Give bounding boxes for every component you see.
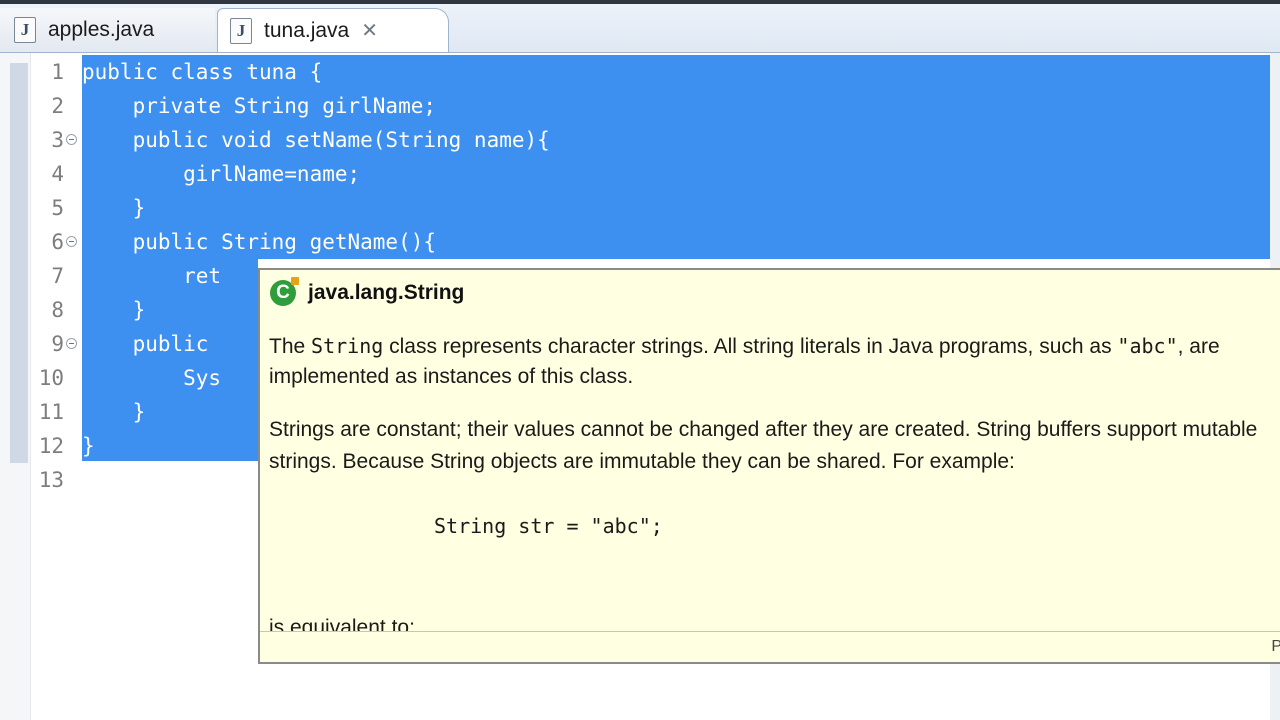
fold-collapse-icon[interactable] xyxy=(66,338,77,349)
code-line[interactable]: Sys xyxy=(82,361,221,395)
fold-collapse-icon[interactable] xyxy=(66,236,77,247)
java-file-icon: J xyxy=(230,17,252,44)
hover-footer-toolbar: P xyxy=(260,631,1280,662)
line-number: 4 xyxy=(51,162,64,186)
hover-header: C java.lang.String xyxy=(270,276,464,310)
tab-label: apples.java xyxy=(48,18,155,41)
code-line[interactable]: girlName=name; xyxy=(82,157,360,191)
code-line[interactable]: public void setName(String name){ xyxy=(82,123,550,157)
annotation-ruler xyxy=(0,53,31,720)
code-line[interactable]: public class tuna { xyxy=(82,55,322,89)
tab-tuna-java[interactable]: J tuna.java ✕ xyxy=(217,8,449,52)
editor-tab-bar: J apples.java J tuna.java ✕ xyxy=(0,0,1280,53)
close-icon[interactable]: ✕ xyxy=(361,21,378,41)
line-number: 3 xyxy=(51,128,64,152)
line-number: 13 xyxy=(38,468,64,492)
code-line[interactable]: private String girlName; xyxy=(82,89,436,123)
line-number: 2 xyxy=(51,94,64,118)
line-number: 8 xyxy=(51,298,64,322)
line-number: 9 xyxy=(51,332,64,356)
fold-collapse-icon[interactable] xyxy=(66,134,77,145)
tab-label: tuna.java xyxy=(264,18,350,42)
javadoc-hover-popup[interactable]: C java.lang.String The String class repr… xyxy=(258,268,1280,664)
line-number: 7 xyxy=(51,264,64,288)
tab-apples-java[interactable]: J apples.java xyxy=(0,8,215,52)
hover-footer-label[interactable]: P xyxy=(1271,638,1280,656)
code-line[interactable]: public xyxy=(82,327,209,361)
doc-paragraph-1: The String class represents character st… xyxy=(269,334,1220,358)
line-number: 5 xyxy=(51,196,64,220)
line-number: 6 xyxy=(51,230,64,254)
class-icon: C xyxy=(270,277,299,306)
line-number: 12 xyxy=(38,434,64,458)
java-file-icon: J xyxy=(14,17,36,43)
code-line[interactable]: ret xyxy=(82,259,221,293)
doc-paragraph-2: Strings are constant; their values canno… xyxy=(269,418,1258,441)
line-number: 1 xyxy=(51,60,64,84)
code-line[interactable]: } xyxy=(82,429,95,463)
line-number: 11 xyxy=(38,400,64,424)
code-line[interactable]: } xyxy=(82,395,146,429)
code-line[interactable]: public String getName(){ xyxy=(82,225,436,259)
line-number: 10 xyxy=(38,366,64,390)
doc-paragraph-2-line-2: strings. Because String objects are immu… xyxy=(269,450,1015,473)
code-line[interactable]: } xyxy=(82,191,146,225)
hover-title: java.lang.String xyxy=(308,281,465,304)
selection-marker-strip xyxy=(10,63,28,463)
window-top-border xyxy=(0,0,1280,4)
doc-paragraph-1-line-2: implemented as instances of this class. xyxy=(269,365,634,388)
code-line[interactable]: } xyxy=(82,293,146,327)
doc-code-example: String str = "abc"; xyxy=(434,514,663,538)
